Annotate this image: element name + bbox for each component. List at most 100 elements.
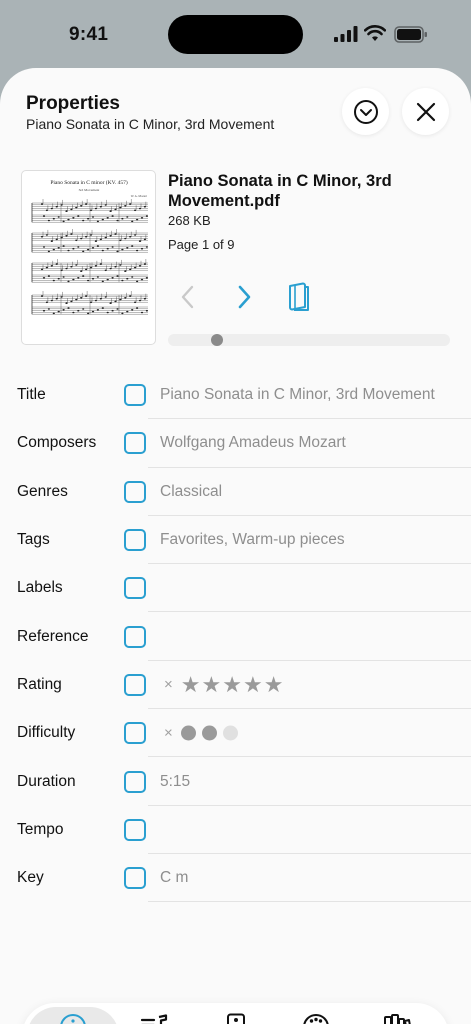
property-row-genres[interactable]: Genres Classical — [0, 468, 471, 516]
note-head — [52, 217, 55, 220]
property-checkbox-key[interactable] — [124, 867, 146, 890]
note-head — [119, 298, 122, 301]
note-head — [140, 278, 144, 281]
note-head — [99, 205, 102, 208]
property-label: Title — [17, 386, 46, 404]
property-value-genres[interactable]: Classical — [160, 483, 222, 501]
dynamic-island — [168, 15, 303, 54]
property-label: Duration — [17, 772, 76, 790]
property-row-tempo[interactable]: Tempo — [0, 806, 471, 854]
difficulty-control[interactable]: × — [164, 725, 244, 742]
note-head — [75, 298, 78, 301]
property-checkbox-title[interactable] — [124, 384, 146, 407]
property-label: Tempo — [17, 820, 64, 838]
page-slider[interactable] — [168, 334, 450, 346]
note-head — [109, 267, 112, 270]
collapse-button[interactable] — [342, 88, 389, 135]
property-row-labels[interactable]: Labels — [0, 564, 471, 613]
rating-control[interactable]: × ★ ★ ★ ★ ★ — [164, 673, 284, 696]
note-head — [145, 246, 148, 248]
note-head — [109, 235, 112, 237]
midi-icon — [303, 1014, 329, 1024]
property-row-tags[interactable]: Tags Favorites, Warm-up pieces — [0, 516, 471, 565]
star-icon[interactable]: ★ — [202, 673, 222, 696]
difficulty-dot[interactable] — [201, 725, 217, 741]
property-value-title[interactable]: Piano Sonata in C Minor, 3rd Movement — [160, 386, 435, 404]
note-head — [109, 302, 112, 304]
property-row-key[interactable]: Key C m — [0, 854, 471, 903]
difficulty-dot[interactable] — [222, 725, 238, 741]
note-head — [96, 309, 99, 311]
note-head — [96, 245, 99, 247]
note-head — [101, 280, 104, 283]
tab-audio[interactable]: Audio — [195, 1007, 277, 1024]
chevron-down-circle-icon — [353, 99, 378, 124]
note-head — [101, 307, 104, 309]
property-checkbox-composers[interactable] — [124, 432, 146, 455]
note-head — [77, 309, 80, 312]
tab-setlists[interactable]: Setlists — [113, 1007, 195, 1024]
tab-midi[interactable]: MIDI — [275, 1007, 357, 1024]
note-head — [119, 239, 122, 242]
star-icon[interactable]: ★ — [181, 673, 201, 696]
note-head — [106, 247, 109, 250]
property-row-title[interactable]: Title Piano Sonata in C Minor, 3rd Movem… — [0, 371, 471, 420]
note-head — [85, 235, 88, 238]
note-head — [47, 250, 50, 253]
open-score-button[interactable] — [286, 282, 312, 312]
note-head — [106, 217, 109, 219]
property-value-composers[interactable]: Wolfgang Amadeus Mozart — [160, 434, 346, 452]
note-head — [80, 205, 83, 207]
note-head — [42, 246, 46, 248]
note-head — [138, 240, 142, 242]
note-head — [116, 219, 119, 222]
property-row-duration[interactable]: Duration 5:15 — [0, 757, 471, 806]
status-time: 9:41 — [69, 24, 109, 45]
battery-icon — [394, 26, 427, 43]
note-head — [94, 240, 97, 242]
note-head — [52, 248, 55, 251]
property-checkbox-duration[interactable] — [124, 770, 146, 793]
property-checkbox-difficulty[interactable] — [124, 722, 146, 745]
page-slider-thumb[interactable] — [211, 334, 223, 346]
property-checkbox-tags[interactable] — [124, 529, 146, 552]
note-head — [55, 263, 58, 265]
property-checkbox-labels[interactable] — [124, 577, 146, 600]
tab-properties[interactable]: Properties — [27, 1007, 119, 1024]
property-value-key[interactable]: C m — [160, 869, 188, 887]
property-checkbox-reference[interactable] — [124, 625, 146, 648]
signal-icon — [334, 26, 358, 42]
property-row-difficulty[interactable]: Difficulty × — [0, 709, 471, 758]
property-row-reference[interactable]: Reference — [0, 612, 471, 661]
note-head — [85, 295, 88, 297]
tab-libraries[interactable]: Libraries — [357, 1007, 439, 1024]
note-head — [91, 310, 95, 313]
difficulty-dot[interactable] — [180, 725, 196, 741]
star-icon[interactable]: ★ — [222, 673, 242, 696]
info-icon — [60, 1014, 86, 1024]
note-head — [140, 247, 144, 250]
property-checkbox-rating[interactable] — [124, 673, 146, 696]
property-checkbox-genres[interactable] — [124, 480, 146, 503]
clear-difficulty-icon[interactable]: × — [164, 725, 173, 742]
note-head — [91, 277, 95, 280]
note-head — [85, 203, 88, 205]
property-label: Difficulty — [17, 724, 76, 742]
note-head — [87, 217, 90, 220]
next-page-button[interactable] — [232, 282, 256, 312]
note-head — [143, 205, 146, 208]
score-thumbnail[interactable]: Piano Sonata in C minor (KV. 457) 3rd Mo… — [21, 170, 156, 345]
property-value-duration[interactable]: 5:15 — [160, 773, 190, 791]
previous-page-button[interactable] — [176, 282, 200, 312]
property-row-rating[interactable]: Rating × ★ ★ ★ ★ ★ — [0, 661, 471, 710]
note-head — [89, 301, 93, 304]
close-button[interactable] — [402, 88, 449, 135]
tab-bar: PropertiesSetlistsAudioMIDILibraries — [22, 1003, 449, 1024]
property-checkbox-tempo[interactable] — [124, 818, 146, 841]
note-head — [50, 240, 53, 242]
clear-rating-icon[interactable]: × — [164, 676, 173, 693]
star-icon[interactable]: ★ — [243, 673, 263, 696]
property-value-tags[interactable]: Favorites, Warm-up pieces — [160, 531, 345, 549]
property-row-composers[interactable]: Composers Wolfgang Amadeus Mozart — [0, 419, 471, 468]
star-icon[interactable]: ★ — [264, 673, 284, 696]
